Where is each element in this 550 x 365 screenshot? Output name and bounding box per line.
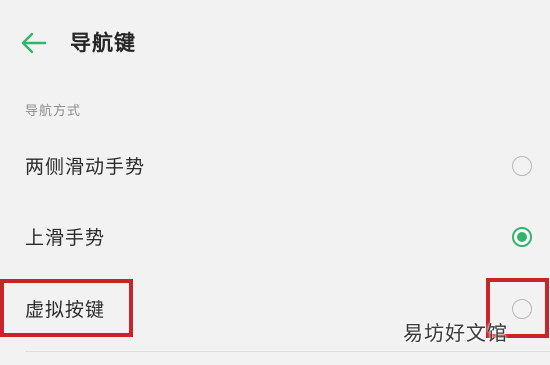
radio-dot-icon (517, 232, 527, 242)
app-header: 导航键 (0, 0, 550, 88)
arrow-left-icon (21, 32, 47, 54)
watermark: 易坊好文馆 (403, 321, 508, 345)
highlight-box-label (0, 279, 133, 337)
option-swipe-up[interactable]: 上滑手势 (0, 208, 550, 268)
divider (25, 351, 550, 352)
page-title: 导航键 (70, 31, 136, 55)
option-two-side-swipe[interactable]: 两侧滑动手势 (0, 137, 550, 197)
section-label: 导航方式 (25, 104, 82, 119)
option-label: 两侧滑动手势 (25, 156, 146, 178)
radio-button[interactable] (512, 156, 532, 176)
back-button[interactable] (18, 28, 52, 58)
option-label: 上滑手势 (25, 227, 106, 249)
radio-button-selected[interactable] (512, 227, 532, 247)
